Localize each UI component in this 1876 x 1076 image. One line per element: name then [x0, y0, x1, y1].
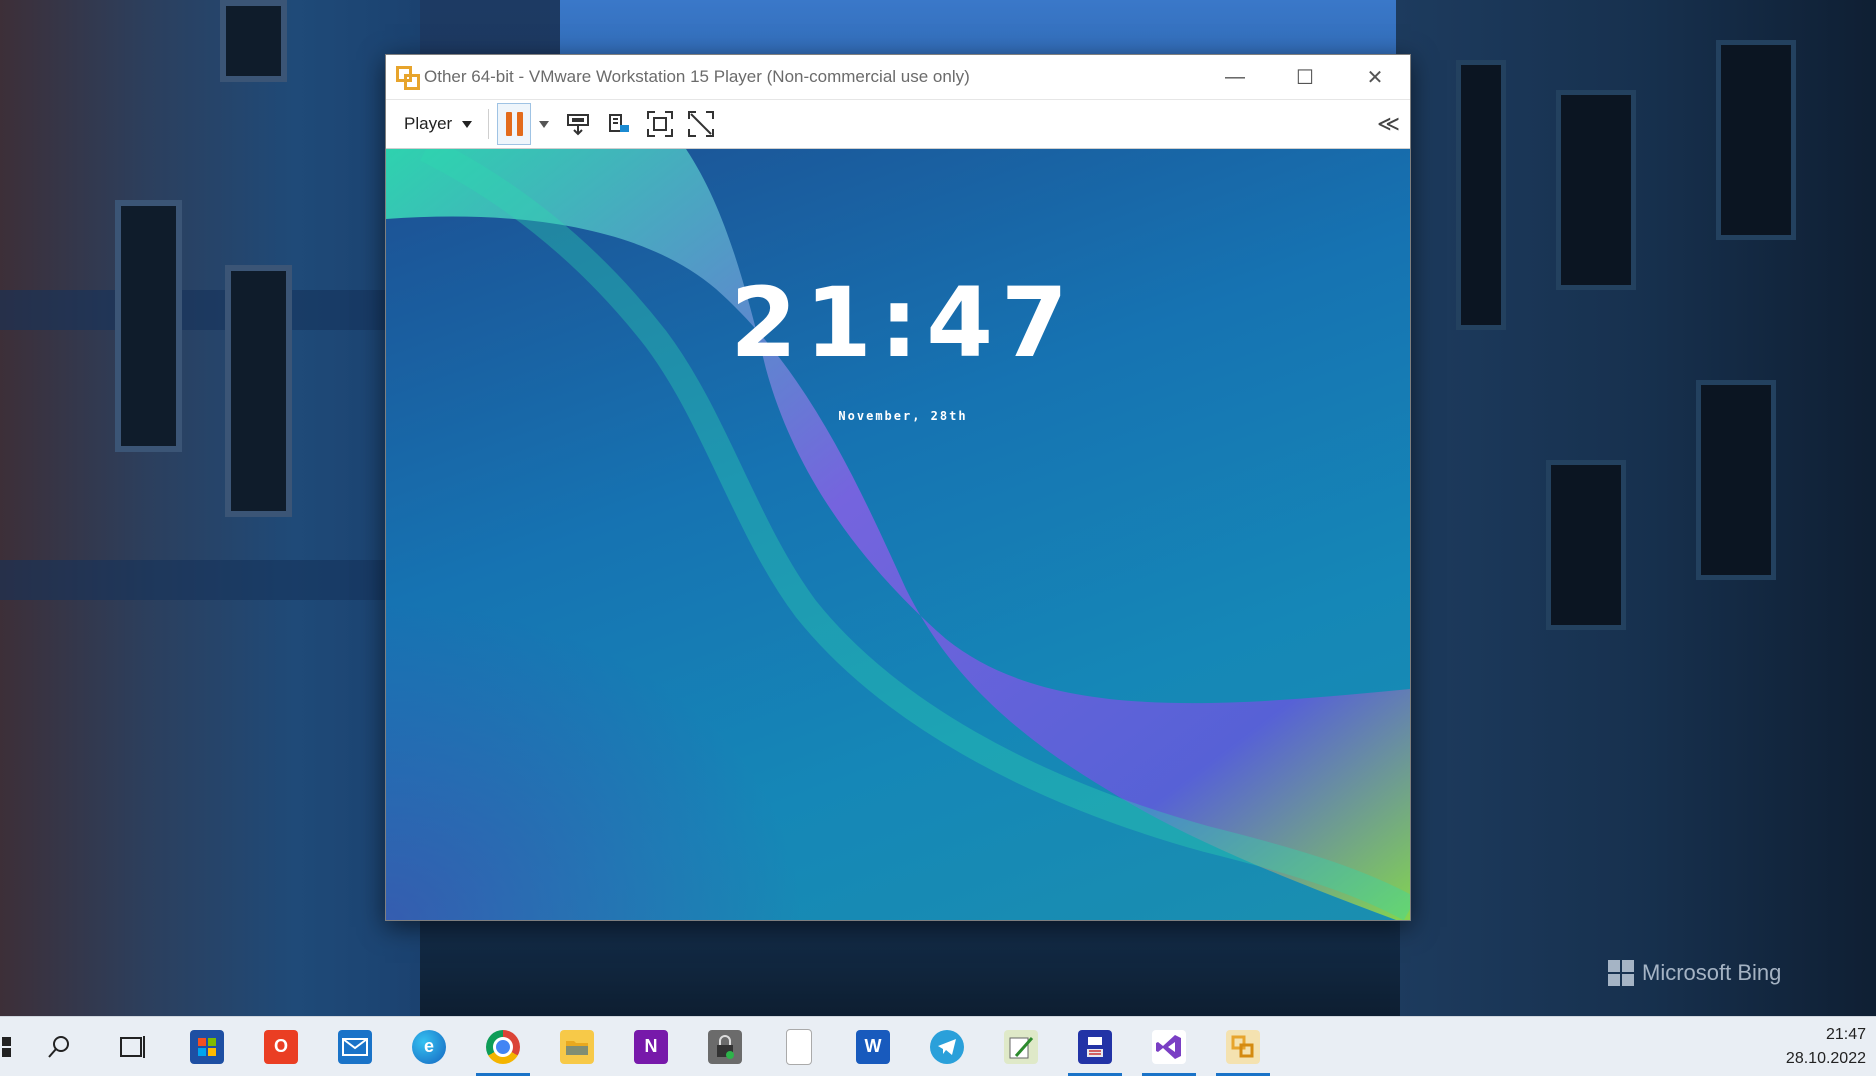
start-button[interactable] — [0, 1017, 22, 1076]
chrome-icon — [486, 1029, 520, 1064]
right-building — [1396, 0, 1876, 1016]
send-ctrl-alt-del-icon — [567, 114, 590, 136]
removable-devices-button[interactable] — [604, 109, 634, 139]
full-screen-icon — [647, 111, 674, 137]
taskbar-app-blank-file[interactable] — [762, 1017, 836, 1076]
left-building — [0, 0, 420, 1016]
taskbar-app-edge[interactable]: e — [392, 1017, 466, 1076]
office-icon: O — [264, 1029, 298, 1064]
power-options-dropdown[interactable] — [539, 120, 550, 128]
taskbar-app-save[interactable] — [1058, 1017, 1132, 1076]
edge-icon: e — [412, 1029, 446, 1064]
floppy-icon — [1078, 1029, 1112, 1064]
word-icon: W — [856, 1029, 890, 1064]
bing-watermark: Microsoft Bing — [1608, 960, 1781, 986]
mail-icon — [338, 1029, 372, 1064]
window-title: Other 64-bit - VMware Workstation 15 Pla… — [424, 67, 970, 86]
microsoft-store-icon — [190, 1029, 224, 1064]
lockscreen-clock: 21:47 — [730, 267, 1076, 379]
lockscreen-date: November, 28th — [838, 409, 968, 423]
tray-date: 28.10.2022 — [1785, 1049, 1866, 1067]
search-icon — [48, 1035, 69, 1058]
taskbar-app-mail[interactable] — [318, 1017, 392, 1076]
windows-start-icon — [2, 1036, 11, 1057]
visual-studio-icon — [1152, 1029, 1186, 1064]
title-bar[interactable]: Other 64-bit - VMware Workstation 15 Pla… — [386, 55, 1410, 100]
send-ctrl-alt-del-button[interactable] — [563, 109, 593, 139]
taskbar-app-onenote[interactable]: N — [614, 1017, 688, 1076]
taskbar-app-editor[interactable] — [984, 1017, 1058, 1076]
taskbar-app-office[interactable]: O — [244, 1017, 318, 1076]
taskbar: O e N W 21:47 28.10.2022 — [0, 1016, 1876, 1076]
telegram-icon — [930, 1029, 964, 1064]
toolbar: Player ≪ — [386, 100, 1410, 149]
screen-shade — [386, 600, 806, 920]
pause-button[interactable] — [497, 103, 532, 145]
editor-icon — [1004, 1029, 1038, 1064]
bing-watermark-text: Microsoft Bing — [1642, 960, 1782, 985]
toolbar-divider — [488, 109, 490, 139]
lock-icon — [708, 1029, 742, 1064]
system-clock[interactable]: 21:47 28.10.2022 — [1786, 1017, 1866, 1076]
folder-icon — [560, 1029, 594, 1064]
maximize-button[interactable]: ☐ — [1270, 55, 1340, 99]
guest-screen[interactable]: 21:47 November, 28th — [386, 149, 1410, 920]
vmware-icon — [1226, 1029, 1260, 1064]
vmware-app-icon — [396, 66, 420, 90]
taskbar-app-lock[interactable] — [688, 1017, 762, 1076]
player-menu-button[interactable]: Player — [398, 110, 478, 138]
file-icon — [786, 1028, 812, 1065]
unity-icon — [688, 111, 715, 137]
player-menu-label: Player — [404, 114, 453, 133]
removable-devices-icon — [609, 114, 630, 132]
taskbar-app-file-explorer[interactable] — [540, 1017, 614, 1076]
taskbar-app-store[interactable] — [170, 1017, 244, 1076]
search-button[interactable] — [22, 1017, 96, 1076]
taskbar-app-chrome[interactable] — [466, 1017, 540, 1076]
collapse-toolbar-button[interactable]: ≪ — [1377, 111, 1400, 137]
task-view-icon — [120, 1035, 145, 1058]
full-screen-button[interactable] — [645, 109, 675, 139]
bing-logo-icon — [1608, 960, 1634, 986]
pause-icon — [505, 112, 512, 136]
chevron-down-icon — [462, 120, 473, 128]
minimize-button[interactable]: — — [1200, 55, 1270, 99]
onenote-icon: N — [634, 1029, 668, 1064]
taskbar-app-visual-studio[interactable] — [1132, 1017, 1206, 1076]
task-view-button[interactable] — [96, 1017, 170, 1076]
taskbar-app-telegram[interactable] — [910, 1017, 984, 1076]
taskbar-app-vmware[interactable] — [1206, 1017, 1280, 1076]
unity-button[interactable] — [686, 109, 716, 139]
close-button[interactable]: ✕ — [1340, 55, 1410, 99]
vmware-window[interactable]: Other 64-bit - VMware Workstation 15 Pla… — [385, 54, 1411, 921]
taskbar-app-word[interactable]: W — [836, 1017, 910, 1076]
tray-time: 21:47 — [1825, 1025, 1866, 1043]
